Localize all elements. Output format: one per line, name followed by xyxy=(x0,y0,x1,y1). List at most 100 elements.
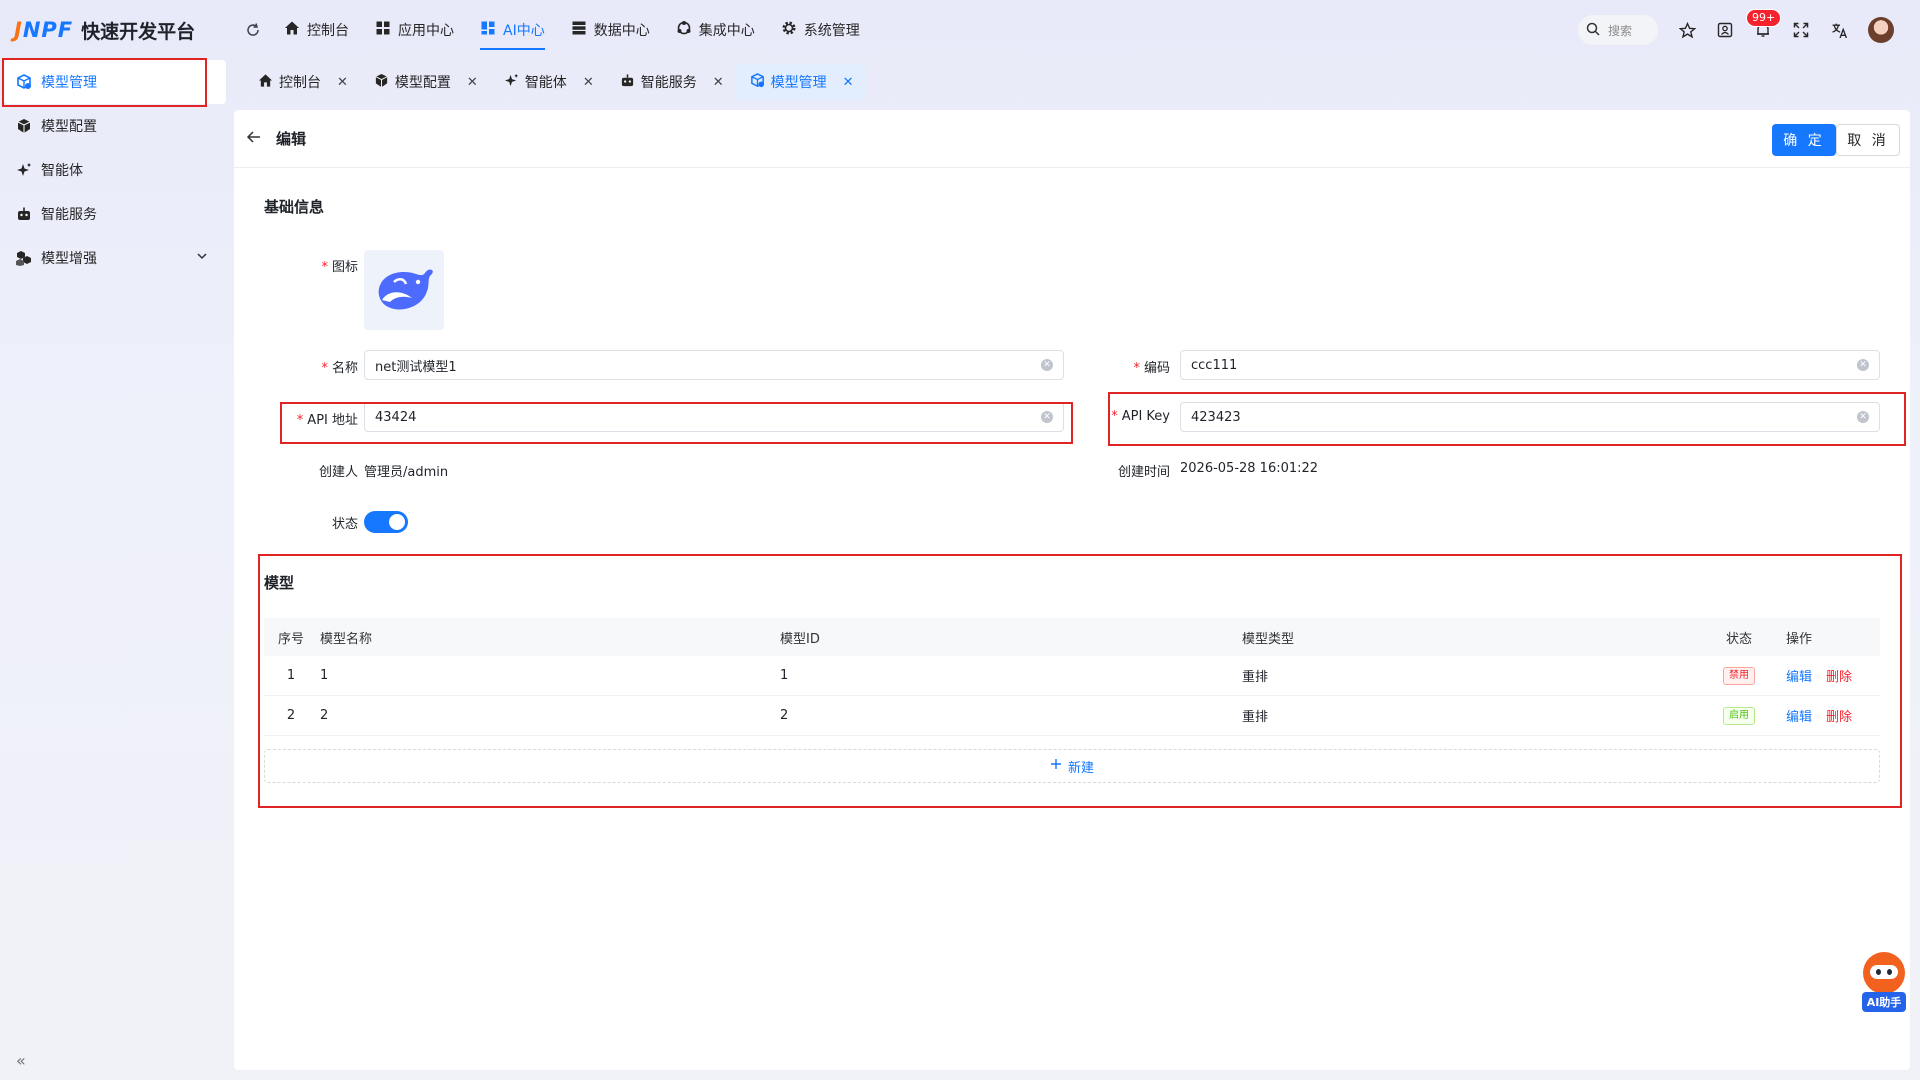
sidebar-item-agent[interactable]: 智能体 xyxy=(0,148,230,192)
creator-value: 管理员/admin xyxy=(364,465,449,480)
row-index: 2 xyxy=(286,708,296,723)
add-model-button[interactable]: 新建 xyxy=(264,749,1880,783)
table-row: 2 2 2 重排 启用 编辑 删除 xyxy=(264,696,1880,736)
page-header: 编辑 确 定 取 消 xyxy=(234,110,1910,168)
created-time-value: 2026-05-28 16:01:22 xyxy=(1180,461,1319,476)
close-icon[interactable]: ✕ xyxy=(467,75,478,90)
nav-item-integration-center[interactable]: 集成中心 xyxy=(666,0,771,60)
column-header: 状态 xyxy=(1725,631,1752,647)
ai-assistant-button[interactable]: AI助手 xyxy=(1858,952,1910,1012)
search-input[interactable]: 搜索 xyxy=(1578,15,1658,45)
tab-agent[interactable]: 智能体 ✕ xyxy=(490,64,606,100)
top-right-tools: 搜索 99+ xyxy=(1578,0,1894,60)
nav-item-label: 应用中心 xyxy=(398,23,454,39)
sidebar-item-model-config[interactable]: 模型配置 xyxy=(0,104,230,148)
fullscreen-icon[interactable] xyxy=(1792,21,1810,39)
nav-item-label: 集成中心 xyxy=(698,23,755,39)
edit-link[interactable]: 编辑 xyxy=(1786,666,1812,685)
sidebar-item-model-enhance[interactable]: 模型增强 xyxy=(0,236,230,280)
clear-icon[interactable]: ✕ xyxy=(1857,411,1869,423)
model-icon-picker[interactable] xyxy=(364,250,444,330)
models-table: 序号 模型名称 模型ID 模型类型 状态 操作 1 1 1 重排 禁用 编辑 删… xyxy=(264,618,1880,736)
row-index: 1 xyxy=(286,668,296,683)
sidebar-item-model-management[interactable]: 模型管理 xyxy=(4,60,226,104)
status-badge: 启用 xyxy=(1723,706,1755,725)
gear-icon xyxy=(781,20,797,40)
nav-item-label: AI中心 xyxy=(503,23,545,39)
cancel-button[interactable]: 取 消 xyxy=(1836,124,1900,156)
plus-icon xyxy=(1050,758,1062,774)
row-status: 禁用 xyxy=(1702,666,1776,685)
confirm-button[interactable]: 确 定 xyxy=(1772,124,1836,156)
delete-link[interactable]: 删除 xyxy=(1826,706,1852,725)
user-card-icon[interactable] xyxy=(1716,21,1734,39)
home-icon xyxy=(258,73,273,92)
icon-label: * 图标 xyxy=(321,260,358,275)
notification-badge: 99+ xyxy=(1746,9,1782,27)
page-tabs: 控制台 ✕ 模型配置 ✕ 智能体 ✕ 智能服务 ✕ 模型管理 ✕ xyxy=(244,64,1894,100)
tab-console[interactable]: 控制台 ✕ xyxy=(244,64,360,100)
name-input[interactable]: net测试模型1 ✕ xyxy=(364,350,1064,380)
star-icon[interactable] xyxy=(1678,21,1696,39)
search-icon xyxy=(1586,22,1600,39)
api-key-input-value: 423423 xyxy=(1191,409,1241,425)
refresh-icon[interactable] xyxy=(238,22,268,38)
nav-item-label: 系统管理 xyxy=(803,23,860,39)
nav-item-label: 数据中心 xyxy=(593,23,650,39)
chevron-down-icon[interactable] xyxy=(196,250,208,266)
nav-item-ai-center[interactable]: AI中心 xyxy=(470,0,561,60)
api-url-input[interactable]: 43424 ✕ xyxy=(364,402,1064,432)
close-icon[interactable]: ✕ xyxy=(337,75,348,90)
code-input-value: ccc111 xyxy=(1191,357,1238,373)
nav-item-app-center[interactable]: 应用中心 xyxy=(365,0,470,60)
robot-icon xyxy=(16,206,32,222)
translate-icon[interactable] xyxy=(1830,21,1848,39)
delete-link[interactable]: 删除 xyxy=(1826,666,1852,685)
database-icon xyxy=(571,20,587,40)
creator-label: 创建人 xyxy=(318,465,358,480)
close-icon[interactable]: ✕ xyxy=(713,75,724,90)
close-icon[interactable]: ✕ xyxy=(843,75,854,90)
app-logo[interactable]: JNPF 快速开发平台 xyxy=(14,16,195,44)
tab-smart-service[interactable]: 智能服务 ✕ xyxy=(606,64,736,100)
tab-label: 智能体 xyxy=(524,75,567,91)
tab-model-management[interactable]: 模型管理 ✕ xyxy=(735,64,866,100)
nav-item-system-management[interactable]: 系统管理 xyxy=(771,0,876,60)
clear-icon[interactable]: ✕ xyxy=(1041,411,1053,423)
models-section-title: 模型 xyxy=(264,574,295,592)
row-model-type: 重排 xyxy=(1242,670,1269,685)
sparkle-icon xyxy=(504,73,519,92)
name-label: * 名称 xyxy=(321,361,358,376)
api-key-input[interactable]: 423423 ✕ xyxy=(1180,402,1880,432)
collapse-sidebar-button[interactable]: « xyxy=(16,1051,26,1070)
close-icon[interactable]: ✕ xyxy=(583,75,594,90)
app-title: 快速开发平台 xyxy=(81,20,196,43)
avatar[interactable] xyxy=(1868,17,1894,43)
main-panel: 编辑 确 定 取 消 基础信息 * 图标 * 名称 net测试模型1 ✕ * 编码 c… xyxy=(234,110,1910,1070)
row-actions: 编辑 删除 xyxy=(1776,706,1880,725)
status-toggle[interactable] xyxy=(364,511,408,533)
tab-model-config[interactable]: 模型配置 ✕ xyxy=(360,64,490,100)
nav-item-data-center[interactable]: 数据中心 xyxy=(561,0,666,60)
model-cube-icon xyxy=(16,74,32,90)
row-actions: 编辑 删除 xyxy=(1776,666,1880,685)
sidebar: JNPF 快速开发平台 模型管理 模型配置 智能体 智能服务 模型增强 « xyxy=(0,0,230,1080)
clear-icon[interactable]: ✕ xyxy=(1857,359,1869,371)
nav-item-label: 控制台 xyxy=(307,23,349,39)
column-header: 序号 xyxy=(277,631,304,647)
nav-item-console[interactable]: 控制台 xyxy=(274,0,365,60)
edit-link[interactable]: 编辑 xyxy=(1786,706,1812,725)
row-model-name: 1 xyxy=(320,668,329,683)
apps-grid-icon xyxy=(375,20,391,40)
api-url-label: * API 地址 xyxy=(296,413,358,428)
created-time-label: 创建时间 xyxy=(1117,465,1170,480)
clear-icon[interactable]: ✕ xyxy=(1041,359,1053,371)
sidebar-item-smart-service[interactable]: 智能服务 xyxy=(0,192,230,236)
code-input[interactable]: ccc111 ✕ xyxy=(1180,350,1880,380)
model-cube-icon xyxy=(750,72,765,92)
bell-icon[interactable]: 99+ xyxy=(1746,9,1782,39)
table-row: 1 1 1 重排 禁用 编辑 删除 xyxy=(264,656,1880,696)
home-icon xyxy=(284,20,300,40)
back-arrow-icon[interactable] xyxy=(246,129,262,149)
column-header: 模型类型 xyxy=(1242,631,1295,647)
